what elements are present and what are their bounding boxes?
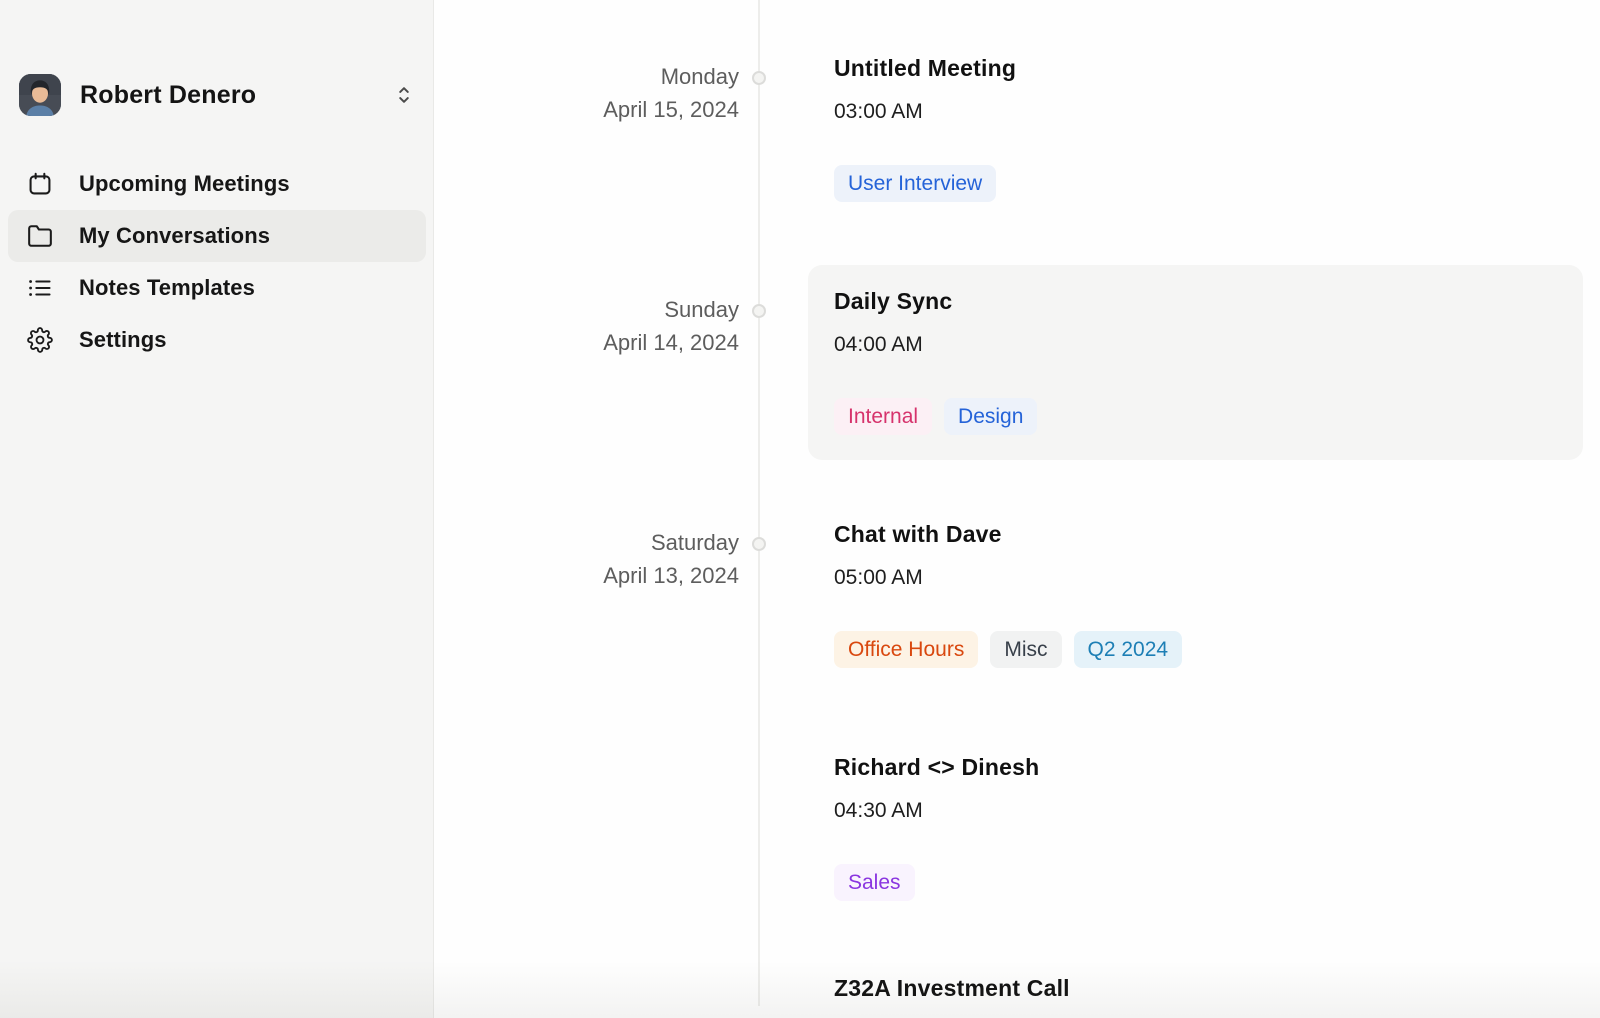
meeting-tags: Sales [834, 864, 915, 901]
user-menu[interactable]: Robert Denero [19, 72, 417, 118]
sidebar: Robert Denero Upcoming Meetings My Conve… [0, 0, 434, 1018]
timeline-date: Saturday April 13, 2024 [435, 526, 739, 592]
list-icon [27, 275, 53, 301]
timeline-row: Monday April 15, 2024 Untitled Meeting 0… [435, 30, 1600, 229]
chevron-up-down-icon[interactable] [391, 78, 417, 112]
meeting-title: Daily Sync [834, 288, 952, 315]
avatar-photo [19, 74, 61, 116]
tag-badge: Office Hours [834, 631, 978, 668]
timeline-dot [752, 537, 766, 551]
timeline-day-label: Monday [435, 60, 739, 93]
timeline-row: Saturday April 13, 2024 Chat with Dave 0… [435, 496, 1600, 695]
timeline-date: Sunday April 14, 2024 [435, 293, 739, 359]
meeting-title: Richard <> Dinesh [834, 754, 1039, 781]
sidebar-item-my-conversations[interactable]: My Conversations [8, 210, 426, 262]
meeting-time: 04:30 AM [834, 799, 923, 823]
timeline-date-label: April 14, 2024 [435, 326, 739, 359]
sidebar-nav: Upcoming Meetings My Conversations Notes… [8, 158, 426, 366]
timeline-date-label: April 13, 2024 [435, 559, 739, 592]
meeting-card[interactable]: Z32A Investment Call [808, 952, 1583, 1018]
timeline-date: Monday April 15, 2024 [435, 60, 739, 126]
tag-badge: Misc [990, 631, 1061, 668]
meetings-app: Robert Denero Upcoming Meetings My Conve… [0, 0, 1600, 1018]
meeting-card[interactable]: Chat with Dave 05:00 AM Office Hours Mis… [808, 498, 1583, 693]
meeting-card[interactable]: Richard <> Dinesh 04:30 AM Sales [808, 731, 1583, 926]
timeline-row: Richard <> Dinesh 04:30 AM Sales [435, 729, 1600, 928]
timeline-date-label: April 15, 2024 [435, 93, 739, 126]
tag-badge: Q2 2024 [1074, 631, 1183, 668]
meeting-title: Z32A Investment Call [834, 975, 1070, 1002]
sidebar-item-notes-templates[interactable]: Notes Templates [8, 262, 426, 314]
meeting-card[interactable]: Daily Sync 04:00 AM Internal Design [808, 265, 1583, 460]
sidebar-item-upcoming-meetings[interactable]: Upcoming Meetings [8, 158, 426, 210]
timeline-dot [752, 71, 766, 85]
sidebar-item-label: Upcoming Meetings [79, 171, 290, 197]
folder-icon [27, 223, 53, 249]
timeline-day-label: Sunday [435, 293, 739, 326]
meeting-time: 05:00 AM [834, 566, 923, 590]
meeting-card[interactable]: Untitled Meeting 03:00 AM User Interview [808, 32, 1583, 227]
meeting-time: 04:00 AM [834, 333, 923, 357]
sidebar-item-label: Notes Templates [79, 275, 255, 301]
sidebar-item-label: My Conversations [79, 223, 270, 249]
timeline-row: Z32A Investment Call [435, 950, 1600, 1018]
tag-badge: Internal [834, 398, 932, 435]
tag-badge: Sales [834, 864, 915, 901]
avatar [19, 74, 61, 116]
meeting-tags: User Interview [834, 165, 996, 202]
sidebar-item-settings[interactable]: Settings [8, 314, 426, 366]
meeting-tags: Internal Design [834, 398, 1037, 435]
tag-badge: User Interview [834, 165, 996, 202]
meeting-time: 03:00 AM [834, 100, 923, 124]
gear-icon [27, 327, 53, 353]
tag-badge: Design [944, 398, 1037, 435]
calendar-icon [27, 171, 53, 197]
meeting-title: Untitled Meeting [834, 55, 1016, 82]
meeting-tags: Office Hours Misc Q2 2024 [834, 631, 1182, 668]
timeline-row: Sunday April 14, 2024 Daily Sync 04:00 A… [435, 263, 1600, 462]
meeting-title: Chat with Dave [834, 521, 1002, 548]
timeline-day-label: Saturday [435, 526, 739, 559]
sidebar-item-label: Settings [79, 327, 167, 353]
conversations-timeline: Monday April 15, 2024 Untitled Meeting 0… [435, 0, 1600, 1018]
timeline-dot [752, 304, 766, 318]
user-name: Robert Denero [80, 81, 391, 110]
